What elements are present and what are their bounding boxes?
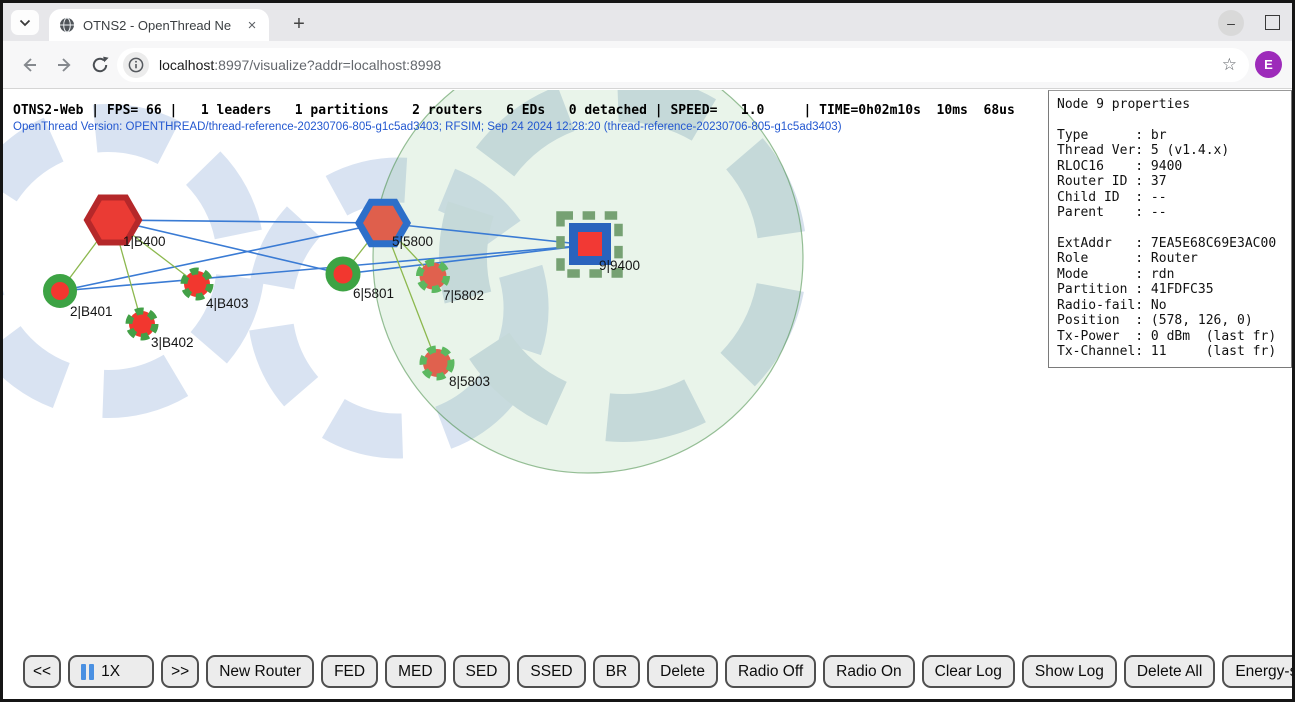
property-row: Router ID : 37 bbox=[1057, 174, 1283, 190]
control-button-bar: << 1X >> New Router FED MED SED SSED BR … bbox=[23, 655, 1292, 688]
node-label: 5|5800 bbox=[392, 234, 433, 249]
sed-button[interactable]: SED bbox=[453, 655, 511, 688]
tab-close-icon[interactable]: × bbox=[243, 16, 261, 34]
tab-strip: OTNS2 - OpenThread Ne × + – bbox=[3, 3, 1292, 41]
clear-log-button[interactable]: Clear Log bbox=[922, 655, 1015, 688]
property-row: Parent : -- bbox=[1057, 205, 1283, 221]
node-label: 8|5803 bbox=[449, 374, 490, 389]
node-3[interactable]: 3|B402 bbox=[129, 311, 194, 350]
chevron-down-icon bbox=[19, 19, 31, 27]
node-label: 2|B401 bbox=[70, 304, 113, 319]
back-button[interactable] bbox=[17, 53, 41, 77]
new-router-button[interactable]: New Router bbox=[206, 655, 314, 688]
node-1-leader[interactable]: 1|B400 bbox=[87, 198, 166, 250]
energy-stats-button[interactable]: Energy-stats ↗ bbox=[1222, 655, 1292, 688]
browser-window: OTNS2 - OpenThread Ne × + – bbox=[0, 0, 1295, 702]
rewind-button[interactable]: << bbox=[23, 655, 61, 688]
speed-label: 1X bbox=[101, 663, 120, 681]
window-maximize-button[interactable] bbox=[1265, 15, 1280, 30]
show-log-button[interactable]: Show Log bbox=[1022, 655, 1117, 688]
url-text: localhost:8997/visualize?addr=localhost:… bbox=[159, 57, 1214, 73]
node-label: 3|B402 bbox=[151, 335, 194, 350]
radio-on-button[interactable]: Radio On bbox=[823, 655, 914, 688]
property-row: Tx-Power : 0 dBm (last fr) bbox=[1057, 329, 1283, 345]
reload-icon bbox=[90, 55, 110, 75]
delete-all-button[interactable]: Delete All bbox=[1124, 655, 1215, 688]
forward-arrow-icon bbox=[55, 55, 75, 75]
node-label: 4|B403 bbox=[206, 296, 249, 311]
pause-icon bbox=[81, 664, 94, 680]
radio-off-button[interactable]: Radio Off bbox=[725, 655, 816, 688]
property-row: RLOC16 : 9400 bbox=[1057, 159, 1283, 175]
forward-button[interactable] bbox=[53, 53, 77, 77]
properties-title: Node 9 properties bbox=[1057, 97, 1283, 113]
reload-button[interactable] bbox=[88, 53, 112, 77]
property-row: Type : br bbox=[1057, 128, 1283, 144]
property-row: Mode : rdn bbox=[1057, 267, 1283, 283]
browser-tab[interactable]: OTNS2 - OpenThread Ne × bbox=[49, 9, 269, 41]
node-label: 9|9400 bbox=[599, 258, 640, 273]
ssed-button[interactable]: SSED bbox=[517, 655, 585, 688]
node-label: 1|B400 bbox=[123, 234, 166, 249]
profile-avatar[interactable]: E bbox=[1255, 51, 1282, 78]
fast-forward-button[interactable]: >> bbox=[161, 655, 199, 688]
site-info-button[interactable] bbox=[123, 52, 149, 78]
new-tab-button[interactable]: + bbox=[286, 11, 312, 37]
url-omnibox[interactable]: localhost:8997/visualize?addr=localhost:… bbox=[117, 48, 1249, 82]
br-button[interactable]: BR bbox=[593, 655, 641, 688]
globe-favicon-icon bbox=[59, 17, 75, 33]
back-arrow-icon bbox=[19, 55, 39, 75]
url-host: localhost bbox=[159, 57, 214, 73]
node-label: 7|5802 bbox=[443, 288, 484, 303]
med-button[interactable]: MED bbox=[385, 655, 445, 688]
node-label: 6|5801 bbox=[353, 286, 394, 301]
property-row: Tx-Channel: 11 (last fr) bbox=[1057, 344, 1283, 360]
tab-title: OTNS2 - OpenThread Ne bbox=[83, 18, 243, 33]
node-properties-panel: Node 9 properties Type : br Thread Ver: … bbox=[1048, 90, 1292, 368]
delete-button[interactable]: Delete bbox=[647, 655, 718, 688]
speed-button[interactable]: 1X bbox=[68, 655, 154, 688]
status-line: OTNS2-Web | FPS= 66 | 1 leaders 1 partit… bbox=[13, 103, 1015, 118]
otns-canvas-area: 1|B400 2|B401 3|B402 4|B403 5|5800 bbox=[3, 90, 1292, 699]
browser-toolbar: localhost:8997/visualize?addr=localhost:… bbox=[3, 41, 1292, 89]
property-row: ExtAddr : 7EA5E68C69E3AC00 bbox=[1057, 236, 1283, 252]
property-row: Position : (578, 126, 0) bbox=[1057, 313, 1283, 329]
property-row: Partition : 41FDFC35 bbox=[1057, 282, 1283, 298]
property-row: Child ID : -- bbox=[1057, 190, 1283, 206]
property-row: Thread Ver: 5 (v1.4.x) bbox=[1057, 143, 1283, 159]
bookmark-star-icon[interactable]: ☆ bbox=[1222, 55, 1237, 75]
property-row: Role : Router bbox=[1057, 251, 1283, 267]
info-icon bbox=[128, 57, 144, 73]
version-line: OpenThread Version: OPENTHREAD/thread-re… bbox=[13, 121, 1015, 133]
status-bar: OTNS2-Web | FPS= 66 | 1 leaders 1 partit… bbox=[13, 103, 1015, 133]
window-minimize-button[interactable]: – bbox=[1218, 10, 1244, 36]
tab-search-button[interactable] bbox=[11, 10, 39, 35]
url-path: :8997/visualize?addr=localhost:8998 bbox=[214, 57, 441, 73]
property-row: Radio-fail: No bbox=[1057, 298, 1283, 314]
fed-button[interactable]: FED bbox=[321, 655, 378, 688]
node-2[interactable]: 2|B401 bbox=[47, 278, 113, 319]
